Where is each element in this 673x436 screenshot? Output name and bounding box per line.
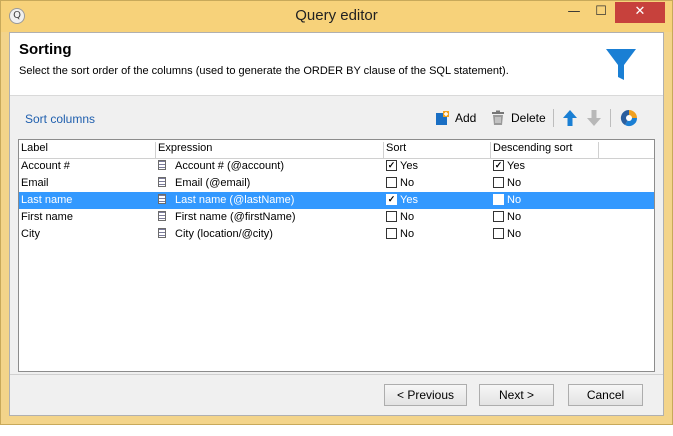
row-label: Last name <box>21 194 73 206</box>
add-button[interactable]: Add <box>434 108 476 128</box>
dialog-content: Sorting Select the sort order of the col… <box>9 32 664 416</box>
row-expression: Email (@email) <box>175 177 251 189</box>
sort-checkbox[interactable]: ✓ <box>386 194 397 205</box>
descending-sort-checkbox[interactable] <box>493 194 504 205</box>
toolbar-separator <box>553 109 554 127</box>
descending-sort-value: No <box>507 194 522 206</box>
descending-sort-checkbox[interactable] <box>493 177 504 188</box>
close-button[interactable]: ✕ <box>615 2 665 23</box>
table-row[interactable]: First name First name (@firstName) No No <box>19 209 654 226</box>
move-down-button[interactable] <box>586 108 602 128</box>
row-expression: Account # (@account) <box>175 160 284 172</box>
minimize-button[interactable]: — <box>561 2 587 23</box>
toolbar-separator <box>610 109 611 127</box>
title-bar: Q Query editor — ☐ ✕ <box>1 1 672 32</box>
page-description: Select the sort order of the columns (us… <box>19 65 509 77</box>
descending-sort-value: No <box>507 211 522 223</box>
add-label: Add <box>455 111 477 125</box>
arrow-down-icon <box>587 110 601 126</box>
maximize-button[interactable]: ☐ <box>588 2 614 23</box>
row-label: First name <box>21 211 73 223</box>
delete-label: Delete <box>511 111 546 125</box>
sort-checkbox[interactable] <box>386 177 397 188</box>
next-button[interactable]: Next > <box>479 384 554 406</box>
delete-button[interactable]: Delete <box>490 108 546 128</box>
table-row[interactable]: Email Email (@email) No No <box>19 175 654 192</box>
table-row[interactable]: Account # Account # (@account) ✓ Yes ✓ Yes <box>19 158 654 175</box>
sort-value: Yes <box>400 194 418 206</box>
arrow-up-icon <box>563 110 577 126</box>
grid-header: Label Expression Sort Descending sort <box>19 140 654 159</box>
row-label: Account # <box>21 160 70 172</box>
footer-divider <box>10 374 663 375</box>
funnel-icon <box>606 49 636 80</box>
sort-columns-label: Sort columns <box>25 112 96 126</box>
cancel-button[interactable]: Cancel <box>568 384 643 406</box>
trash-icon <box>492 110 504 125</box>
row-expression: First name (@firstName) <box>175 211 296 223</box>
row-label: Email <box>21 177 49 189</box>
expression-icon <box>158 211 166 221</box>
expression-icon <box>158 177 166 187</box>
sort-checkbox[interactable] <box>386 228 397 239</box>
descending-sort-checkbox[interactable] <box>493 211 504 222</box>
sort-checkbox[interactable]: ✓ <box>386 160 397 171</box>
row-label: City <box>21 228 40 240</box>
table-row[interactable]: Last name Last name (@lastName) ✓ Yes No <box>19 192 654 209</box>
distribution-button[interactable] <box>620 108 638 128</box>
header-area: Sorting Select the sort order of the col… <box>10 33 663 96</box>
previous-button[interactable]: < Previous <box>384 384 467 406</box>
descending-sort-value: Yes <box>507 160 525 172</box>
column-header-sort[interactable]: Sort <box>384 142 491 158</box>
sort-value: No <box>400 211 415 223</box>
sort-checkbox[interactable] <box>386 211 397 222</box>
sort-columns-grid[interactable]: Label Expression Sort Descending sort Ac… <box>18 139 655 372</box>
table-row[interactable]: City City (location/@city) No No <box>19 226 654 243</box>
descending-sort-checkbox[interactable]: ✓ <box>493 160 504 171</box>
expression-icon <box>158 194 166 204</box>
sort-value: Yes <box>400 160 418 172</box>
sort-value: No <box>400 228 415 240</box>
page-title: Sorting <box>19 41 72 58</box>
descending-sort-value: No <box>507 228 522 240</box>
row-expression: Last name (@lastName) <box>175 194 295 206</box>
expression-icon <box>158 160 166 170</box>
move-up-button[interactable] <box>562 108 578 128</box>
sort-value: No <box>400 177 415 189</box>
column-header-label[interactable]: Label <box>19 142 156 158</box>
descending-sort-checkbox[interactable] <box>493 228 504 239</box>
distribution-icon <box>620 109 638 127</box>
row-expression: City (location/@city) <box>175 228 273 240</box>
add-icon <box>436 111 449 125</box>
descending-sort-value: No <box>507 177 522 189</box>
query-editor-window: Q Query editor — ☐ ✕ Sorting Select the … <box>0 0 673 425</box>
expression-icon <box>158 228 166 238</box>
column-header-expression[interactable]: Expression <box>156 142 384 158</box>
column-header-descending-sort[interactable]: Descending sort <box>491 142 599 158</box>
